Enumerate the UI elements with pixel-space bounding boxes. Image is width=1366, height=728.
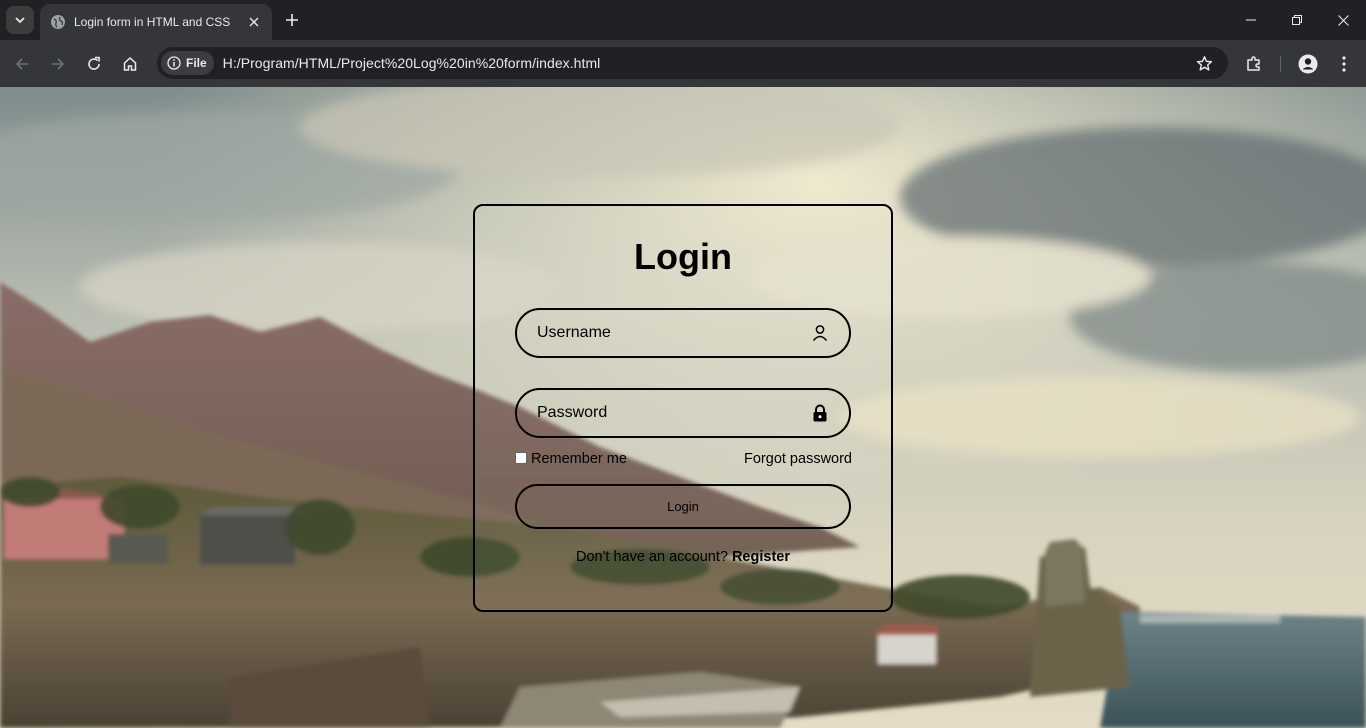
extensions-icon bbox=[1245, 55, 1263, 73]
password-field[interactable] bbox=[515, 388, 851, 438]
restore-icon bbox=[1292, 15, 1302, 25]
close-window-icon bbox=[1337, 14, 1349, 26]
login-title: Login bbox=[634, 236, 732, 277]
forward-button[interactable] bbox=[44, 50, 72, 78]
page-viewport: Login Remember me Forgot password Login … bbox=[0, 87, 1366, 728]
profile-button[interactable] bbox=[1294, 50, 1322, 78]
address-bar[interactable]: File H:/Program/HTML/Project%20Log%20in%… bbox=[157, 47, 1228, 79]
username-input[interactable] bbox=[537, 324, 811, 342]
tab-search-button[interactable] bbox=[6, 6, 34, 34]
forgot-password-link[interactable]: Forgot password bbox=[744, 451, 852, 467]
browser-toolbar: File H:/Program/HTML/Project%20Log%20in%… bbox=[0, 40, 1366, 87]
restore-button[interactable] bbox=[1274, 0, 1320, 40]
user-icon bbox=[811, 324, 829, 342]
login-options-row: Remember me Forgot password bbox=[515, 451, 852, 467]
register-link[interactable]: Register bbox=[732, 549, 790, 565]
minimize-icon bbox=[1246, 15, 1256, 25]
reload-button[interactable] bbox=[80, 50, 108, 78]
reload-icon bbox=[86, 56, 102, 72]
home-icon bbox=[122, 56, 138, 72]
toolbar-separator bbox=[1280, 56, 1281, 72]
minimize-button[interactable] bbox=[1228, 0, 1274, 40]
info-icon bbox=[167, 56, 181, 70]
star-icon bbox=[1196, 55, 1213, 72]
close-icon[interactable] bbox=[246, 14, 262, 30]
menu-button[interactable] bbox=[1330, 50, 1358, 78]
forward-arrow-icon bbox=[50, 56, 66, 72]
register-line: Don't have an account? Register bbox=[475, 549, 891, 565]
plus-icon bbox=[285, 13, 299, 27]
home-button[interactable] bbox=[116, 50, 144, 78]
globe-icon bbox=[50, 14, 66, 30]
site-info-chip[interactable]: File bbox=[161, 51, 214, 75]
password-input[interactable] bbox=[537, 404, 811, 422]
username-field[interactable] bbox=[515, 308, 851, 358]
profile-icon bbox=[1298, 54, 1318, 74]
url-text[interactable]: H:/Program/HTML/Project%20Log%20in%20for… bbox=[223, 55, 601, 71]
new-tab-button[interactable] bbox=[280, 8, 304, 32]
back-button[interactable] bbox=[8, 50, 36, 78]
login-button[interactable]: Login bbox=[515, 484, 851, 529]
register-prompt: Don't have an account? bbox=[576, 549, 728, 565]
remember-me[interactable]: Remember me bbox=[515, 451, 627, 467]
remember-me-label: Remember me bbox=[531, 451, 627, 467]
tab-title: Login form in HTML and CSS bbox=[74, 15, 231, 29]
site-info-label: File bbox=[186, 56, 207, 70]
login-card: Login Remember me Forgot password Login … bbox=[473, 204, 893, 612]
close-window-button[interactable] bbox=[1320, 0, 1366, 40]
back-arrow-icon bbox=[14, 56, 30, 72]
remember-me-checkbox[interactable] bbox=[515, 452, 527, 464]
tab-strip: Login form in HTML and CSS bbox=[0, 0, 1366, 40]
kebab-menu-icon bbox=[1342, 56, 1346, 72]
bookmark-button[interactable] bbox=[1194, 53, 1214, 73]
browser-tab[interactable]: Login form in HTML and CSS bbox=[40, 4, 272, 40]
tab-search-icon bbox=[14, 14, 26, 26]
lock-icon bbox=[811, 404, 829, 422]
extensions-button[interactable] bbox=[1240, 50, 1268, 78]
